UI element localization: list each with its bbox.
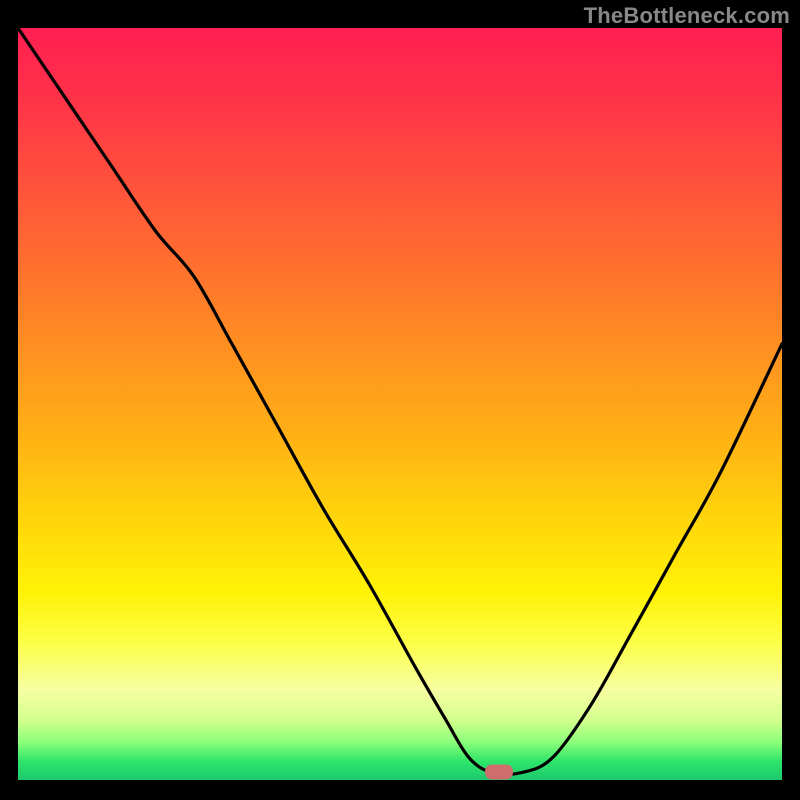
optimal-point-marker (485, 765, 513, 780)
bottleneck-curve-path (18, 28, 782, 774)
watermark-label: TheBottleneck.com (584, 3, 790, 29)
bottleneck-chart (18, 28, 782, 780)
bottleneck-curve (18, 28, 782, 780)
